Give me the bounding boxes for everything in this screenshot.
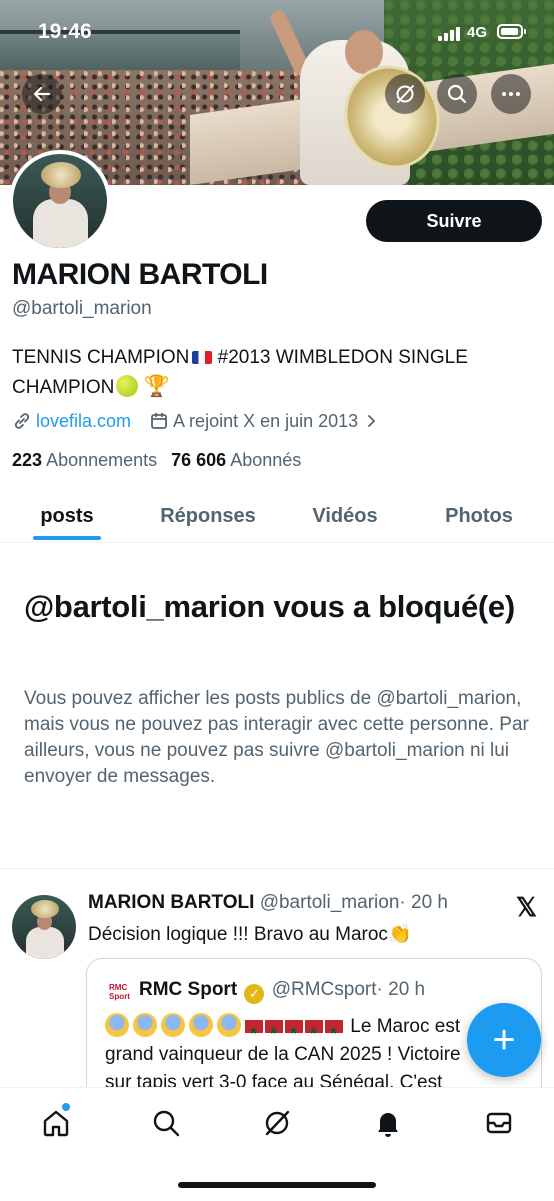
signal-icon xyxy=(438,27,460,41)
battery-icon xyxy=(497,24,526,39)
france-flag-icon xyxy=(192,351,213,364)
quote-header: RMC Sport ✓ @RMCsport· 20 h xyxy=(139,979,425,1004)
quote-text-b: grand vainqueur de la CAN 2025 ! Victoir… xyxy=(105,1044,461,1065)
post-time: · 20 h xyxy=(399,892,448,913)
post-text: Décision logique !!! Bravo au Maroc👏 xyxy=(88,922,412,946)
screaming-face-icon xyxy=(133,1013,157,1037)
network-label: 4G xyxy=(467,24,488,41)
display-name: MARION BARTOLI xyxy=(12,258,268,291)
x-logo-icon: 𝕏 xyxy=(516,892,537,922)
post-author[interactable]: MARION BARTOLI xyxy=(88,892,254,913)
bell-icon xyxy=(378,1113,398,1137)
quote-text-a: Le Maroc est xyxy=(345,1016,461,1037)
profile-bio: TENNIS CHAMPION #2013 WIMBLEDON SINGLE C… xyxy=(12,343,542,402)
nav-search[interactable] xyxy=(149,1106,183,1140)
tab-photos[interactable]: Photos xyxy=(420,490,538,542)
profile-handle: @bartoli_marion xyxy=(12,298,152,319)
verified-badge-icon: ✓ xyxy=(244,984,265,1004)
post-text-body: Décision logique !!! Bravo au Maroc xyxy=(88,924,388,945)
more-dots-icon xyxy=(502,92,520,96)
tab-posts[interactable]: posts xyxy=(8,490,126,542)
screaming-face-icon xyxy=(217,1013,241,1037)
blocked-title: @bartoli_marion vous a bloqué(e) xyxy=(24,589,515,624)
more-button[interactable] xyxy=(491,74,531,114)
morocco-flag-icon xyxy=(285,1018,303,1046)
grok-button[interactable] xyxy=(385,74,425,114)
grok-icon xyxy=(265,1110,290,1136)
post-avatar[interactable] xyxy=(12,895,76,959)
home-indicator xyxy=(178,1182,376,1188)
home-icon xyxy=(43,1110,69,1137)
mail-icon xyxy=(486,1112,512,1134)
link-icon xyxy=(14,413,30,429)
morocco-flag-icon xyxy=(265,1018,283,1046)
search-icon xyxy=(447,84,467,104)
grok-icon xyxy=(396,85,414,103)
post-handle: @bartoli_marion xyxy=(259,892,400,913)
joined-date: A rejoint X en juin 2013 xyxy=(173,410,359,431)
nav-messages[interactable] xyxy=(482,1106,516,1140)
following-label: Abonnements xyxy=(46,450,158,470)
blocked-description: Vous pouvez afficher les posts publics d… xyxy=(24,688,529,787)
bio-text-2: CHAMPION xyxy=(12,377,115,398)
screaming-face-icon xyxy=(161,1013,185,1037)
status-bar: 19:46 4G xyxy=(0,0,554,60)
nav-notifications[interactable] xyxy=(371,1106,405,1140)
search-button[interactable] xyxy=(437,74,477,114)
section-divider xyxy=(0,868,554,869)
status-time: 19:46 xyxy=(38,20,92,43)
quote-handle: @RMCsport xyxy=(271,979,377,1000)
calendar-icon xyxy=(151,413,167,429)
home-notification-dot xyxy=(62,1103,70,1111)
search-icon xyxy=(153,1110,180,1137)
tennis-ball-icon xyxy=(116,375,139,397)
quote-author: RMC Sport xyxy=(139,979,238,1000)
followers-stat[interactable]: 76 606 Abonnés xyxy=(171,450,301,471)
nav-grok[interactable] xyxy=(260,1106,294,1140)
following-stat[interactable]: 223 Abonnements xyxy=(12,450,157,471)
trophy-icon: 🏆 xyxy=(143,375,170,398)
back-button[interactable] xyxy=(22,74,62,114)
follow-button[interactable]: Suivre xyxy=(366,200,542,242)
post-header: MARION BARTOLI @bartoli_marion· 20 h xyxy=(88,892,448,914)
follow-counts: 223 Abonnements 76 606 Abonnés xyxy=(12,450,301,471)
screaming-face-icon xyxy=(189,1013,213,1037)
chevron-right-icon[interactable] xyxy=(362,412,380,430)
quote-time: · 20 h xyxy=(376,979,426,1000)
tab-replies[interactable]: Réponses xyxy=(140,490,276,542)
following-count: 223 xyxy=(12,450,43,470)
followers-label: Abonnés xyxy=(230,450,302,470)
compose-button[interactable]: + xyxy=(467,1003,541,1077)
followers-count: 76 606 xyxy=(171,450,227,470)
arrow-left-icon xyxy=(33,86,51,102)
bio-text-1b: #2013 WIMBLEDON SINGLE xyxy=(212,347,468,368)
screaming-face-icon xyxy=(105,1013,129,1037)
morocco-flag-icon xyxy=(325,1018,343,1046)
clapping-hands-icon: 👏 xyxy=(387,924,412,945)
morocco-flag-icon xyxy=(305,1018,323,1046)
website-link[interactable]: lovefila.com xyxy=(36,411,131,432)
active-tab-indicator xyxy=(33,536,101,540)
bio-text-1: TENNIS CHAMPION xyxy=(12,347,190,368)
profile-avatar[interactable] xyxy=(9,150,111,252)
profile-meta: lovefila.com A rejoint X en juin 2013 xyxy=(12,408,384,434)
morocco-flag-icon xyxy=(245,1018,263,1046)
rmc-logo: RMC Sport xyxy=(109,983,130,1001)
nav-home[interactable] xyxy=(39,1106,73,1140)
tab-videos[interactable]: Vidéos xyxy=(290,490,400,542)
